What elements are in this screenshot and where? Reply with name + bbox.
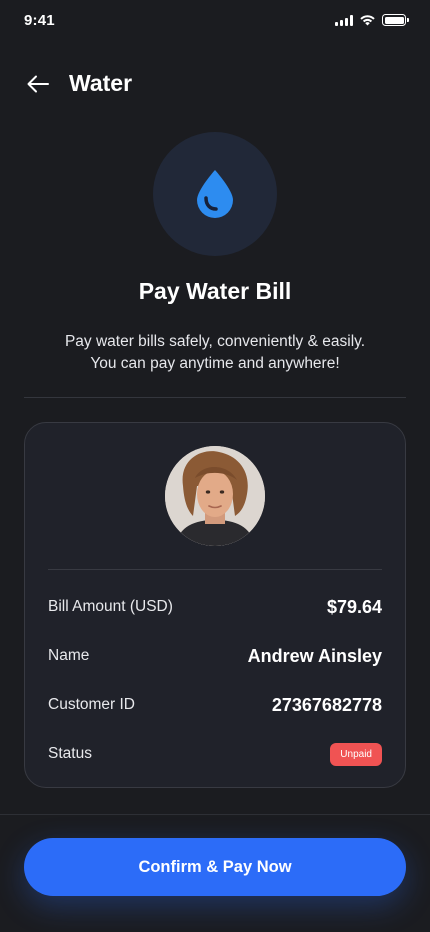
customer-id-value: 27367682778 [271, 694, 382, 715]
name-value: Andrew Ainsley [247, 645, 382, 666]
water-drop-icon [197, 170, 233, 218]
name-row: Name Andrew Ainsley [48, 641, 382, 671]
battery-icon [382, 14, 409, 26]
avatar-portrait-icon [165, 446, 265, 546]
card-divider [48, 569, 382, 570]
confirm-pay-button[interactable]: Confirm & Pay Now [24, 838, 406, 896]
status-label: Status [48, 745, 92, 762]
cellular-signal-icon [335, 14, 353, 26]
hero-title: Pay Water Bill [138, 278, 292, 304]
status-row: Status Unpaid [48, 739, 382, 769]
wifi-icon [360, 15, 375, 26]
customer-id-row: Customer ID 27367682778 [48, 690, 382, 720]
avatar [165, 446, 265, 546]
name-label: Name [48, 647, 90, 664]
bill-amount-value: $79.64 [326, 596, 382, 617]
hero-icon-circle [153, 132, 277, 256]
arrow-left-icon [27, 75, 49, 93]
bill-amount-row: Bill Amount (USD) $79.64 [48, 592, 382, 622]
section-divider [24, 397, 406, 398]
page-title: Water [69, 70, 133, 96]
hero-description-line-1: Pay water bills safely, conveniently & e… [64, 333, 366, 350]
status-icons [335, 14, 409, 26]
status-bar: 9:41 [0, 0, 430, 44]
status-badge: Unpaid [330, 742, 382, 766]
bill-amount-label: Bill Amount (USD) [48, 598, 173, 615]
back-button[interactable] [22, 70, 54, 98]
header: Water [0, 62, 430, 106]
bill-details-card: Bill Amount (USD) $79.64 Name Andrew Ain… [24, 422, 406, 788]
hero-description: Pay water bills safely, conveniently & e… [30, 331, 400, 375]
customer-id-label: Customer ID [48, 696, 135, 713]
status-time: 9:41 [24, 12, 55, 29]
hero-description-line-2: You can pay anytime and anywhere! [90, 355, 340, 372]
bottom-divider [0, 814, 430, 815]
